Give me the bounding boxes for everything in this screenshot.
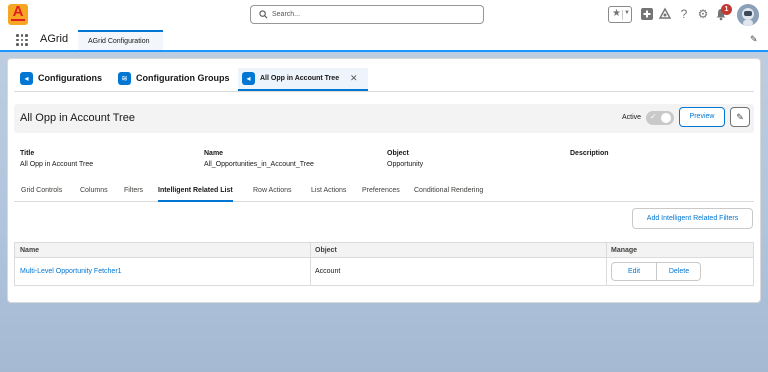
help-icon[interactable]: ? [677,7,691,21]
subtab-filters[interactable]: Filters [124,187,143,194]
tab-label: Configuration Groups [136,73,230,83]
record-header: All Opp in Account Tree Active ✓ Preview… [14,104,754,133]
add-intelligent-related-filters-button[interactable]: Add Intelligent Related Filters [632,208,753,229]
delete-button[interactable]: Delete [657,263,701,280]
field-label: Description [570,150,609,157]
table-row: Multi-Level Opportunity Fetcher1 Account… [15,258,753,285]
nav-tab-label: AGrid Configuration [88,38,150,45]
nav-tab-agrid-configuration[interactable]: AGrid Configuration [78,30,163,50]
close-icon[interactable]: ✕ [350,73,358,84]
field-title: Title All Opp in Account Tree [20,150,93,168]
page-title: All Opp in Account Tree [20,112,135,124]
row-action-buttons: Edit Delete [611,262,701,281]
tab-all-opp-in-account-tree[interactable]: ◂ All Opp in Account Tree ✕ [238,68,368,91]
favorites-button[interactable]: ★ ▼ [608,6,632,23]
config-icon: ◂ [20,72,33,85]
tab-configuration-groups[interactable]: ≋ Configuration Groups [118,68,238,91]
app-logo[interactable]: A [8,4,28,25]
subtab-preferences[interactable]: Preferences [362,187,400,194]
subtab-grid-controls[interactable]: Grid Controls [21,187,62,194]
field-label: Title [20,150,35,157]
subtab-columns[interactable]: Columns [80,187,108,194]
subtab-conditional-rendering[interactable]: Conditional Rendering [414,187,483,194]
check-icon: ✓ [650,112,657,121]
app-launcher-icon[interactable] [16,34,28,46]
row-object: Account [315,268,341,275]
column-header-name: Name [20,247,40,254]
row-name-link[interactable]: Multi-Level Opportunity Fetcher1 [20,268,122,275]
chevron-down-icon: ▼ [624,10,630,16]
field-description: Description [570,150,609,161]
subtab-intelligent-related-list[interactable]: Intelligent Related List [158,187,233,202]
active-toggle[interactable]: ✓ [646,111,674,125]
notification-badge: 1 [721,4,732,15]
column-header-object: Object [315,247,337,254]
app-name: AGrid [40,33,69,45]
subtab-list-actions[interactable]: List Actions [311,187,346,194]
tab-label: Configurations [38,73,102,83]
add-icon[interactable] [640,7,654,21]
field-value: All Opp in Account Tree [20,161,94,168]
search-placeholder: Search... [272,11,301,18]
tab-label: All Opp in Account Tree [260,75,340,82]
column-header-manage: Manage [611,247,638,254]
stack-icon: ≋ [118,72,131,85]
active-label: Active [622,114,642,121]
config-subtabs: Grid Controls Columns Filters Intelligen… [14,182,754,202]
edit-button[interactable]: Edit [612,263,656,280]
field-value: Opportunity [387,161,424,168]
tab-configurations[interactable]: ◂ Configurations [20,68,116,91]
field-value: All_Opportunities_in_Account_Tree [204,161,314,168]
workspace-tabs: ◂ Configurations ≋ Configuration Groups … [14,68,754,92]
search-input[interactable]: Search... [250,5,484,24]
field-label: Name [204,150,224,157]
star-icon: ★ [612,8,621,19]
field-name: Name All_Opportunities_in_Account_Tree [204,150,314,168]
field-object: Object Opportunity [387,150,423,168]
gear-icon[interactable]: ⚙ [696,7,710,21]
trailhead-icon[interactable] [658,7,672,21]
avatar[interactable] [737,4,759,26]
edit-nav-icon[interactable]: ✎ [750,34,758,45]
subtab-row-actions[interactable]: Row Actions [253,187,292,194]
preview-button[interactable]: Preview [679,107,725,127]
global-header: A Search... ★ ▼ ? ⚙ 1 [0,0,768,30]
field-label: Object [387,150,409,157]
logo-a-icon: A [12,3,24,20]
app-nav-bar: AGrid AGrid Configuration ✎ [0,30,768,52]
table-header: Name Object Manage [15,243,753,258]
search-icon [259,10,268,19]
config-icon: ◂ [242,72,255,85]
pencil-icon: ✎ [736,112,744,122]
related-list-table: Name Object Manage Multi-Level Opportuni… [14,242,754,286]
edit-record-button[interactable]: ✎ [730,107,750,127]
